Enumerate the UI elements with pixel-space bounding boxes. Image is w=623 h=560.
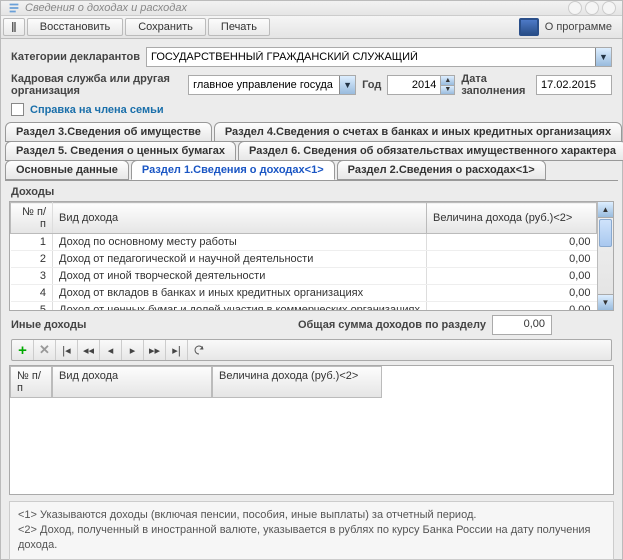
- monitor-icon: [519, 18, 539, 36]
- cell-kind: Доход от педагогической и научной деятел…: [53, 251, 427, 268]
- next-record-icon[interactable]: ▸: [122, 340, 144, 360]
- family-checkbox[interactable]: [11, 103, 24, 116]
- cell-value: 0,00: [427, 268, 597, 285]
- cell-num: 1: [11, 234, 53, 251]
- table-row[interactable]: 2Доход от педагогической и научной деяте…: [11, 251, 597, 268]
- tab-main[interactable]: Основные данные: [5, 160, 129, 180]
- toolbar-separator: ‖: [3, 18, 25, 36]
- fill-date-label: Дата заполнения: [461, 73, 530, 97]
- tab-section3[interactable]: Раздел 3.Сведения об имуществе: [5, 122, 212, 142]
- minimize-button[interactable]: [568, 1, 582, 15]
- restore-button[interactable]: Восстановить: [27, 18, 123, 36]
- record-navigator: + ✕ |◂ ◂◂ ◂ ▸ ▸▸ ▸|: [11, 339, 612, 361]
- total-value: 0,00: [492, 315, 552, 335]
- cell-num: 3: [11, 268, 53, 285]
- col-kind[interactable]: Вид дохода: [53, 203, 427, 234]
- org-input[interactable]: [188, 75, 356, 95]
- footnote-2: <2> Доход, полученный в иностранной валю…: [18, 523, 605, 553]
- cell-kind: Доход от иной творческой деятельности: [53, 268, 427, 285]
- table-row[interactable]: 1Доход по основному месту работы0,00: [11, 234, 597, 251]
- vertical-scrollbar[interactable]: ▲ ▼: [597, 202, 613, 310]
- prev-page-icon[interactable]: ◂◂: [78, 340, 100, 360]
- year-spinner[interactable]: ▲ ▼: [387, 75, 455, 95]
- refresh-icon[interactable]: [188, 340, 210, 360]
- tab-section6[interactable]: Раздел 6. Сведения об обязательствах иму…: [238, 141, 623, 161]
- chevron-down-icon[interactable]: ▼: [339, 76, 355, 94]
- titlebar: Сведения о доходах и расходах: [1, 1, 622, 16]
- header-form: Категории декларантов ▼ Кадровая служба …: [1, 39, 622, 120]
- cell-value: 0,00: [427, 251, 597, 268]
- scroll-thumb[interactable]: [599, 219, 612, 247]
- year-label: Год: [362, 79, 381, 91]
- cell-num: 2: [11, 251, 53, 268]
- app-icon: [7, 1, 21, 15]
- category-input[interactable]: [146, 47, 612, 67]
- total-label: Общая сумма доходов по разделу: [298, 319, 486, 331]
- next-page-icon[interactable]: ▸▸: [144, 340, 166, 360]
- family-check-label: Справка на члена семьи: [30, 104, 164, 116]
- about-button[interactable]: О программе: [511, 18, 620, 36]
- cell-num: 4: [11, 285, 53, 302]
- cell-kind: Доход от вкладов в банках и иных кредитн…: [53, 285, 427, 302]
- other-incomes-title: Иные доходы: [11, 319, 86, 331]
- cell-num: 5: [11, 302, 53, 311]
- col-value[interactable]: Величина дохода (руб.)<2>: [427, 203, 597, 234]
- spin-up-icon[interactable]: ▲: [441, 76, 454, 86]
- col-num[interactable]: № п/п: [11, 203, 53, 234]
- window-title: Сведения о доходах и расходах: [25, 2, 187, 14]
- category-label: Категории декларантов: [11, 51, 140, 63]
- fill-date-input[interactable]: [536, 75, 612, 95]
- cell-value: 0,00: [427, 234, 597, 251]
- maximize-button[interactable]: [585, 1, 599, 15]
- empty-grid-body[interactable]: [10, 398, 613, 494]
- tab-section1[interactable]: Раздел 1.Сведения о доходах<1>: [131, 160, 335, 180]
- about-label: О программе: [545, 21, 612, 33]
- category-combo[interactable]: ▼: [146, 47, 612, 67]
- cell-kind: Доход по основному месту работы: [53, 234, 427, 251]
- cell-kind: Доход от ценных бумаг и долей участия в …: [53, 302, 427, 311]
- tab-section4[interactable]: Раздел 4.Сведения о счетах в банках и ин…: [214, 122, 622, 142]
- incomes-grid: № п/п Вид дохода Величина дохода (руб.)<…: [9, 201, 614, 311]
- scroll-down-icon[interactable]: ▼: [598, 294, 613, 310]
- other-incomes-grid: № п/п Вид дохода Величина дохода (руб.)<…: [9, 365, 614, 495]
- save-button[interactable]: Сохранить: [125, 18, 206, 36]
- cell-value: 0,00: [427, 285, 597, 302]
- delete-record-button[interactable]: ✕: [34, 340, 56, 360]
- print-button[interactable]: Печать: [208, 18, 270, 36]
- table-row[interactable]: 3Доход от иной творческой деятельности0,…: [11, 268, 597, 285]
- window-controls: [568, 1, 616, 15]
- last-record-icon[interactable]: ▸|: [166, 340, 188, 360]
- col-kind[interactable]: Вид дохода: [52, 366, 212, 398]
- spin-down-icon[interactable]: ▼: [441, 86, 454, 95]
- prev-record-icon[interactable]: ◂: [100, 340, 122, 360]
- table-row[interactable]: 4Доход от вкладов в банках и иных кредит…: [11, 285, 597, 302]
- cell-value: 0,00: [427, 302, 597, 311]
- incomes-title: Доходы: [1, 180, 622, 201]
- chevron-down-icon[interactable]: ▼: [595, 48, 611, 66]
- first-record-icon[interactable]: |◂: [56, 340, 78, 360]
- main-toolbar: ‖ Восстановить Сохранить Печать О програ…: [1, 16, 622, 39]
- table-row[interactable]: 5Доход от ценных бумаг и долей участия в…: [11, 302, 597, 311]
- org-combo[interactable]: ▼: [188, 75, 356, 95]
- year-input[interactable]: [387, 75, 441, 95]
- add-record-button[interactable]: +: [12, 340, 34, 360]
- scroll-up-icon[interactable]: ▲: [598, 202, 613, 218]
- tabs-area: Раздел 3.Сведения об имуществе Раздел 4.…: [1, 120, 622, 180]
- org-label: Кадровая служба или другая организация: [11, 73, 182, 97]
- tab-section2[interactable]: Раздел 2.Сведения о расходах<1>: [337, 160, 546, 180]
- footnotes: <1> Указываются доходы (включая пенсии, …: [9, 501, 614, 560]
- close-button[interactable]: [602, 1, 616, 15]
- tab-section5[interactable]: Раздел 5. Сведения о ценных бумагах: [5, 141, 236, 161]
- footnote-1: <1> Указываются доходы (включая пенсии, …: [18, 508, 605, 523]
- col-value[interactable]: Величина дохода (руб.)<2>: [212, 366, 382, 398]
- col-num[interactable]: № п/п: [10, 366, 52, 398]
